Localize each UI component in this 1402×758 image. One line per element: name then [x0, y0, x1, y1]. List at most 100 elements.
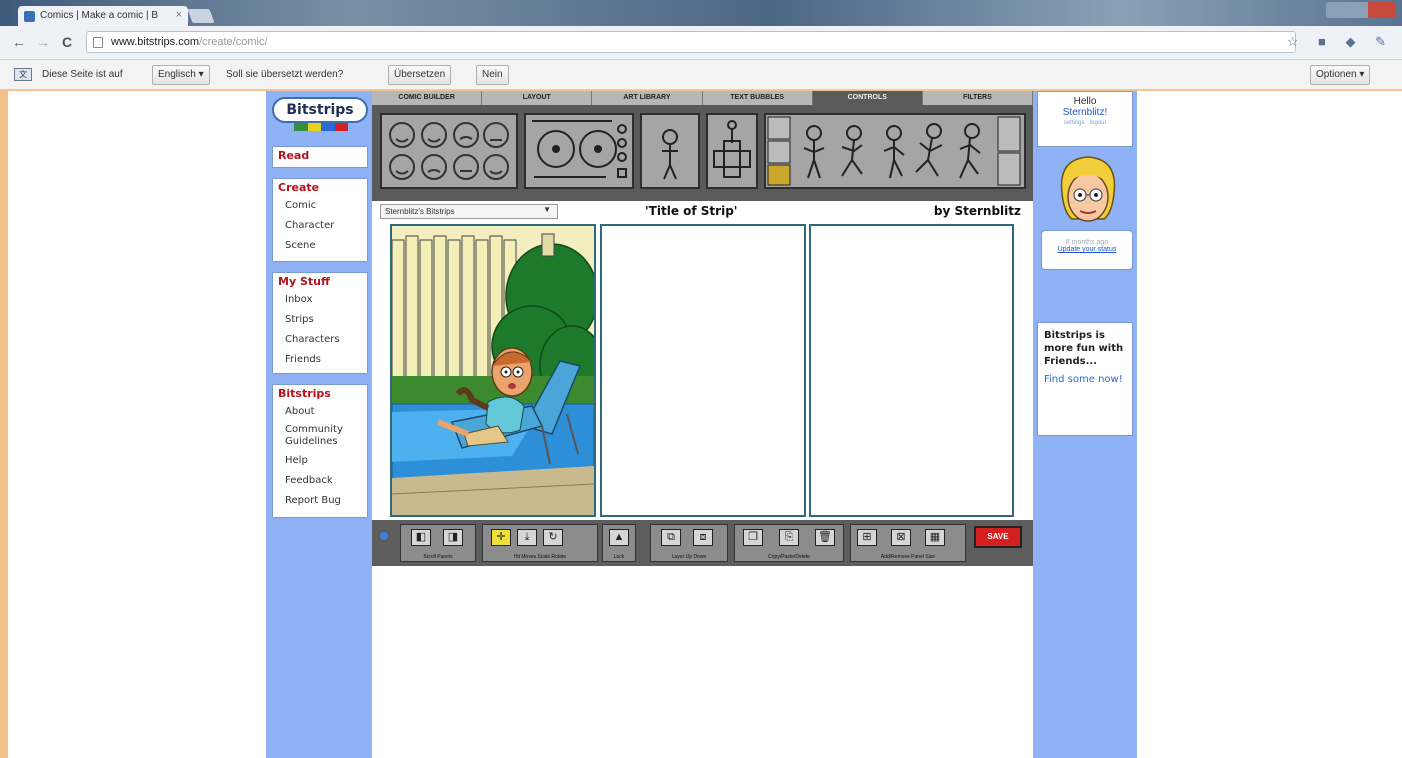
browser-toolbar: ← → C www.bitstrips.com/create/comic/ ☆ … [0, 26, 1402, 60]
back-arrow-icon[interactable]: ← [12, 34, 26, 50]
reload-icon[interactable]: C [62, 34, 72, 50]
forward-arrow-icon[interactable]: → [36, 34, 50, 50]
series-select[interactable]: Sternblitz's Bitstrips ▼ [380, 204, 558, 219]
translate-button[interactable]: Übersetzen [388, 65, 452, 85]
address-bar[interactable]: www.bitstrips.com/create/comic/ [86, 31, 1296, 53]
lock-label: Lock [613, 554, 625, 560]
add-panel-icon[interactable]: ⊞ [857, 529, 877, 546]
window-titlebar: Comics | Make a comic | B × [0, 0, 1402, 26]
tab-controls[interactable]: CONTROLS [812, 91, 923, 105]
scroll-panels-group: ◧ ◨ Scroll Panels [400, 524, 476, 562]
logo-color-bars [294, 123, 348, 131]
scene-backyard-pool-image [392, 226, 594, 515]
pose-tool[interactable] [764, 113, 1026, 189]
user-links[interactable]: settings · logout [1038, 120, 1132, 126]
scale-icon[interactable]: ⤓ [517, 529, 537, 546]
expression-tool[interactable] [380, 113, 518, 189]
translate-options-button[interactable]: Optionen ▾ [1310, 65, 1371, 85]
nav-item-scene[interactable]: Scene [273, 236, 367, 256]
lock-icon[interactable]: ▲ [609, 529, 629, 546]
stick-figure-icon [662, 129, 678, 180]
delete-icon[interactable]: 🗑 [815, 529, 835, 546]
nav-mystuff-heading[interactable]: My Stuff [273, 273, 367, 290]
tab-layout[interactable]: LAYOUT [482, 91, 593, 105]
nav-item-strips[interactable]: Strips [273, 310, 367, 330]
language-dropdown[interactable]: Englisch ▾ [152, 65, 210, 85]
nav-item-characters[interactable]: Characters [273, 330, 367, 350]
no-translate-button[interactable]: Nein [476, 65, 509, 85]
nav-read[interactable]: Read [273, 147, 367, 164]
eyes-icon [532, 120, 627, 178]
new-tab-button[interactable] [187, 9, 215, 23]
layer-label: Layer Up Down [671, 554, 707, 560]
layer-down-icon[interactable]: ⧈ [693, 529, 713, 546]
remove-panel-icon[interactable]: ⊠ [891, 529, 911, 546]
nav-item-character[interactable]: Character [273, 216, 367, 236]
window-controls[interactable] [1326, 2, 1396, 18]
scroll-left-button[interactable]: ◧ [411, 529, 431, 546]
close-tab-icon[interactable]: × [176, 9, 182, 21]
copy-paste-delete-label: Copy/Paste/Delete [768, 554, 810, 560]
body-tool[interactable] [640, 113, 700, 189]
add-remove-panel-group: ⊞ ⊠ ▦ Add/Remove Panel Size [850, 524, 966, 562]
paste-icon[interactable]: ⎘ [779, 529, 799, 546]
save-button[interactable]: SAVE [974, 526, 1022, 548]
layer-up-icon[interactable]: ⧉ [661, 529, 681, 546]
find-friends-link[interactable]: Find some now! [1044, 373, 1126, 386]
nav-item-inbox[interactable]: Inbox [273, 290, 367, 310]
url-path: /create/comic/ [199, 36, 268, 48]
bitstrips-logo[interactable]: Bitstrips [272, 97, 368, 137]
panel-size-icon[interactable]: ▦ [925, 529, 945, 546]
poses-icon [767, 116, 1021, 186]
nav-read-box[interactable]: Read [272, 146, 368, 168]
copy-icon[interactable]: ❐ [743, 529, 763, 546]
scroll-panels-label: Scroll Panels [423, 554, 453, 560]
move-tool[interactable] [706, 113, 758, 189]
nav-item-feedback[interactable]: Feedback [273, 471, 367, 491]
nav-item-report-bug[interactable]: Report Bug [273, 491, 367, 511]
comic-panel-2[interactable] [600, 224, 806, 517]
nav-create-heading[interactable]: Create [273, 179, 367, 196]
scroll-right-button[interactable]: ◨ [443, 529, 463, 546]
translate-text-2: Soll sie übersetzt werden? [226, 69, 344, 80]
comic-panel-1[interactable] [390, 224, 596, 517]
tab-title: Comics | Make a comic | B [40, 10, 158, 21]
friends-promo-box: Bitstrips is more fun with Friends... Fi… [1037, 322, 1133, 436]
status-bubble: 8 months ago Update your status [1041, 230, 1133, 270]
update-status-link[interactable]: Update your status [1042, 246, 1132, 253]
move-icon[interactable]: ✛ [491, 529, 511, 546]
nav-item-comic[interactable]: Comic [273, 196, 367, 216]
bitstrips-favicon-icon [24, 11, 35, 22]
nav-mystuff-box: My Stuff Inbox Strips Characters Friends [272, 272, 368, 374]
nav-bitstrips-box: Bitstrips About Community Guidelines Hel… [272, 384, 368, 518]
nav-item-friends[interactable]: Friends [273, 350, 367, 370]
eye-control-tool[interactable] [524, 113, 634, 189]
user-avatar[interactable] [1052, 153, 1124, 229]
username-link[interactable]: Sternblitz! [1038, 107, 1132, 118]
strip-title[interactable]: 'Title of Strip' [645, 204, 737, 218]
nav-item-help[interactable]: Help [273, 451, 367, 471]
browser-tab[interactable]: Comics | Make a comic | B × [18, 6, 188, 26]
lock-group: ▲ Lock [602, 524, 636, 562]
tab-art-library[interactable]: ART LIBRARY [592, 91, 703, 105]
url-host: www.bitstrips.com [111, 36, 200, 48]
translate-text-1: Diese Seite ist auf [42, 69, 123, 80]
nav-item-about[interactable]: About [273, 402, 367, 422]
status-time: 8 months ago [1065, 239, 1109, 246]
copy-paste-delete-group: ❐ ⎘ 🗑 Copy/Paste/Delete [734, 524, 844, 562]
tab-filters[interactable]: FILTERS [922, 91, 1034, 105]
nav-create-box: Create Comic Character Scene [272, 178, 368, 262]
tab-text-bubbles[interactable]: TEXT BUBBLES [702, 91, 813, 105]
move-arrows-icon [713, 120, 751, 178]
layer-group: ⧉ ⧈ Layer Up Down [650, 524, 728, 562]
panel-indicator-dot[interactable] [380, 532, 388, 540]
rotate-icon[interactable]: ↻ [543, 529, 563, 546]
builder-tabs: COMIC BUILDER LAYOUT ART LIBRARY TEXT BU… [372, 91, 1034, 105]
move-scale-rotate-label: Hit Moves Scale Rotate [513, 554, 567, 560]
nav-bitstrips-heading[interactable]: Bitstrips [273, 385, 367, 402]
extension-icons[interactable]: ☆ ■ ◆ ✎ [1287, 34, 1394, 50]
comic-panel-3[interactable] [809, 224, 1014, 517]
nav-item-community-guidelines[interactable]: Community Guidelines [273, 422, 367, 451]
move-scale-rotate-group: ✛ ⤓ ↻ Hit Moves Scale Rotate [482, 524, 598, 562]
tab-comic-builder[interactable]: COMIC BUILDER [372, 91, 483, 105]
